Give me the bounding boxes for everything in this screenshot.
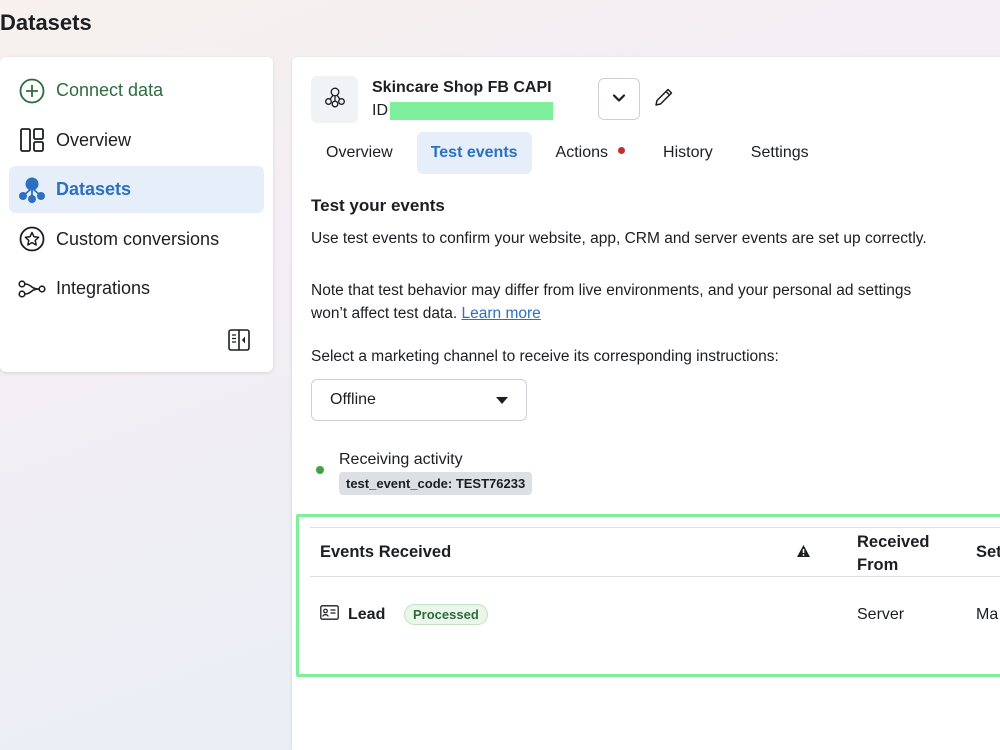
- tab-label: Test events: [430, 144, 518, 161]
- channel-prompt: Select a marketing channel to receive it…: [311, 348, 779, 365]
- test-event-code: test_event_code: TEST76233: [339, 472, 533, 495]
- header-line: Received: [857, 533, 930, 551]
- status-dot: [316, 466, 324, 474]
- warning-icon: [796, 544, 811, 563]
- tab-settings[interactable]: Settings: [737, 132, 823, 174]
- pencil-icon: [653, 88, 675, 112]
- tab-actions[interactable]: Actions: [542, 132, 639, 174]
- setup-value: Ma: [976, 606, 999, 623]
- dataset-icon: [324, 86, 346, 113]
- sidebar: Connect data Overview Datasets Custom co…: [0, 57, 273, 372]
- header-setup: Set: [976, 543, 1000, 561]
- dataset-switcher-button[interactable]: [598, 78, 640, 120]
- tab-label: Actions: [555, 144, 609, 161]
- learn-more-link[interactable]: Learn more: [462, 305, 541, 322]
- intro-text: Use test events to confirm your website,…: [311, 230, 927, 247]
- note-line-2: won’t affect test data.: [311, 305, 458, 322]
- section-title: Test your events: [311, 196, 445, 215]
- main-panel: Skincare Shop FB CAPI ID Overview Test e…: [292, 57, 1000, 750]
- dataset-id: ID: [372, 102, 553, 120]
- note-line-1: Note that test behavior may differ from …: [311, 282, 912, 299]
- integrations-icon: [18, 275, 46, 303]
- note-text: Note that test behavior may differ from …: [311, 279, 991, 325]
- sidebar-item-integrations[interactable]: Integrations: [9, 265, 264, 312]
- event-name: Lead: [348, 606, 386, 623]
- chevron-down-icon: [612, 90, 626, 108]
- receiving-status: Receiving activity: [339, 451, 463, 468]
- table-row[interactable]: Lead Processed Server Ma: [310, 577, 1000, 653]
- sidebar-item-connect-data[interactable]: Connect data: [9, 67, 264, 114]
- sidebar-item-label: Connect data: [56, 80, 164, 100]
- header-events-received: Events Received: [320, 543, 452, 561]
- plus-circle-icon: [18, 77, 46, 105]
- redacted-id: [390, 102, 553, 120]
- tab-overview[interactable]: Overview: [312, 132, 407, 174]
- sidebar-item-label: Integrations: [56, 278, 151, 298]
- table-header: Events Received Received From Set: [310, 527, 1000, 577]
- sidebar-item-label: Overview: [56, 129, 132, 150]
- tab-bar: Overview Test events Actions History Set…: [312, 132, 833, 174]
- dataset-avatar: [311, 76, 358, 123]
- page-title: Datasets: [0, 10, 92, 35]
- sidebar-item-label: Custom conversions: [56, 228, 220, 249]
- sidebar-item-label: Datasets: [56, 179, 132, 199]
- status-badge: Processed: [404, 604, 488, 625]
- tab-label: Settings: [750, 144, 809, 161]
- id-card-icon: [320, 605, 339, 625]
- events-table: Events Received Received From Set Lead P…: [310, 527, 1000, 653]
- tab-history[interactable]: History: [649, 132, 727, 174]
- tab-test-events[interactable]: Test events: [416, 132, 532, 174]
- sidebar-item-datasets[interactable]: Datasets: [9, 166, 264, 213]
- tab-label: Overview: [326, 144, 393, 161]
- header-line: From: [857, 556, 899, 574]
- marketing-channel-select[interactable]: Offline: [311, 379, 527, 421]
- select-value: Offline: [330, 391, 376, 408]
- collapse-panel-icon: [228, 328, 250, 356]
- edit-name-button[interactable]: [653, 86, 675, 108]
- sidebar-item-overview[interactable]: Overview: [9, 117, 264, 164]
- collapse-sidebar-button[interactable]: [227, 328, 251, 356]
- dataset-id-label: ID: [372, 102, 388, 119]
- caret-down-icon: [496, 396, 508, 404]
- received-from-value: Server: [857, 606, 905, 623]
- star-circle-icon: [18, 225, 46, 253]
- header-received-from: Received From: [857, 531, 929, 577]
- dataset-name: Skincare Shop FB CAPI: [372, 79, 552, 96]
- tab-label: History: [663, 144, 713, 161]
- dataset-icon: [18, 176, 46, 204]
- notification-dot: [618, 146, 626, 154]
- layout-icon: [18, 126, 46, 154]
- sidebar-item-custom-conversions[interactable]: Custom conversions: [9, 216, 264, 263]
